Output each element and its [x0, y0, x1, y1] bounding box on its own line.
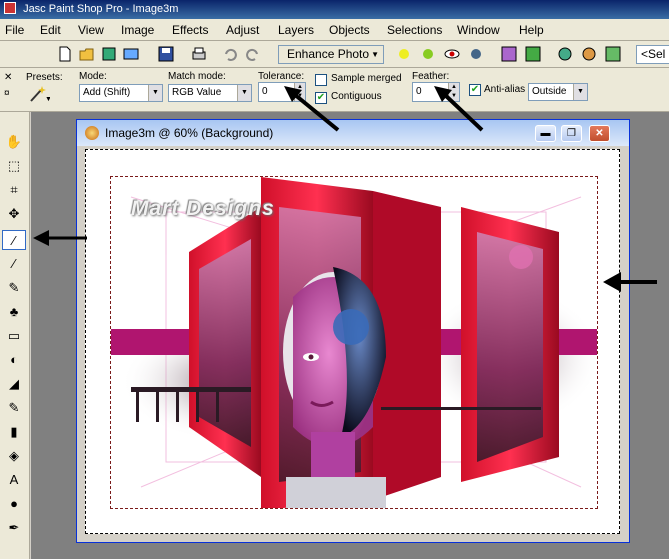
arrow-annotation-canvas	[603, 272, 657, 292]
selection-tool-icon[interactable]: ⬚	[2, 156, 26, 176]
clone-brush-icon[interactable]: ♣	[2, 302, 26, 322]
match-mode-select[interactable]: RGB Value ▼	[168, 84, 252, 102]
paintbrush-tool-icon[interactable]: ✎	[2, 278, 26, 298]
document-window: Image3m @ 60% (Background) ▬ ❐ ✕ Mart De…	[76, 119, 630, 543]
antialias-label: Anti-alias	[484, 84, 526, 95]
watermark-text: Mart Designs	[131, 197, 275, 220]
selection-dropdown[interactable]: <Sel	[636, 45, 669, 64]
enhance-photo-button[interactable]: Enhance Photo ▼	[278, 45, 384, 64]
frame-icon[interactable]	[604, 45, 622, 63]
pin-icon[interactable]: ¤	[4, 88, 10, 99]
arrow-annotation-tolerance	[284, 86, 340, 132]
enhance-photo-label: Enhance Photo	[287, 47, 370, 61]
print-icon[interactable]	[190, 45, 208, 63]
open-folder-icon[interactable]	[78, 45, 96, 63]
edit-image-icon[interactable]	[122, 45, 140, 63]
chevron-down-icon: ▼	[237, 85, 251, 101]
magic-wand-tool-icon[interactable]: ⁄	[2, 230, 26, 250]
fill-tool-icon[interactable]: ◈	[2, 446, 26, 466]
match-mode-value: RGB Value	[172, 87, 222, 98]
restore-button[interactable]: ❐	[561, 125, 582, 142]
browse-icon[interactable]	[100, 45, 118, 63]
presets-label: Presets:	[26, 72, 63, 83]
one-step-fix-icon[interactable]	[395, 45, 413, 63]
document-icon	[85, 126, 99, 140]
menu-objects[interactable]: Objects	[329, 23, 370, 37]
arrow-annotation-magic-wand	[33, 230, 87, 246]
menu-view[interactable]: View	[78, 23, 104, 37]
shape-tool-icon[interactable]: ●	[2, 494, 26, 514]
feather-value: 0	[416, 86, 422, 97]
feather-label: Feather:	[412, 71, 450, 82]
artwork-image	[111, 177, 597, 508]
auto-fix-icon[interactable]	[419, 45, 437, 63]
mode-select[interactable]: Add (Shift) ▼	[79, 84, 163, 102]
document-title: Image3m @ 60% (Background)	[105, 126, 274, 140]
app-icon	[4, 2, 16, 14]
menu-adjust[interactable]: Adjust	[226, 23, 259, 37]
warp-tool-icon[interactable]: ✎	[2, 398, 26, 418]
document-titlebar[interactable]: Image3m @ 60% (Background) ▬ ❐ ✕	[77, 120, 629, 146]
chevron-down-icon: ▼	[573, 84, 587, 100]
match-mode-label: Match mode:	[168, 71, 226, 82]
menu-window[interactable]: Window	[457, 23, 500, 37]
tolerance-value: 0	[262, 86, 268, 97]
chevron-down-icon: ▼	[148, 85, 162, 101]
menu-bar: File Edit View Image Effects Adjust Laye…	[0, 19, 669, 41]
landscape-icon[interactable]	[524, 45, 542, 63]
pen-tool-icon[interactable]: ✒	[2, 518, 26, 538]
menu-selections[interactable]: Selections	[387, 23, 442, 37]
redo-icon[interactable]	[244, 45, 262, 63]
clarify-icon[interactable]	[467, 45, 485, 63]
move-tool-icon[interactable]: ✥	[2, 204, 26, 224]
menu-layers[interactable]: Layers	[278, 23, 314, 37]
dodge-tool-icon[interactable]: ◐	[2, 350, 26, 370]
dropper-tool-icon[interactable]: ⁄	[2, 254, 26, 274]
tools-palette: ✋ ⬚ ⌗ ✥ ⁄ ⁄ ✎ ♣ ▭ ◐ ◢ ✎ ▮ ◈ A ● ✒	[0, 112, 30, 559]
app-titlebar: Jasc Paint Shop Pro - Image3m	[0, 0, 669, 19]
crop-tool-icon[interactable]: ⌗	[2, 180, 26, 200]
antialias-mode-select[interactable]: Outside ▼	[528, 83, 588, 101]
palette-icon[interactable]	[580, 45, 598, 63]
close-button[interactable]: ✕	[589, 125, 610, 142]
scratch-remover-icon[interactable]: ▭	[2, 326, 26, 346]
new-file-icon[interactable]	[56, 45, 74, 63]
text-tool-icon[interactable]: A	[2, 470, 26, 490]
menu-edit[interactable]: Edit	[40, 23, 61, 37]
portrait-icon[interactable]	[500, 45, 518, 63]
arrow-annotation-feather	[434, 86, 484, 132]
smudge-tool-icon[interactable]: ◢	[2, 374, 26, 394]
canvas[interactable]: Mart Designs	[85, 149, 620, 534]
tolerance-label: Tolerance:	[258, 71, 305, 82]
red-eye-icon[interactable]	[443, 45, 461, 63]
magic-wand-preset-icon[interactable]: ▼	[28, 85, 50, 103]
mode-label: Mode:	[79, 71, 107, 82]
selection-marquee: Mart Designs	[110, 176, 598, 509]
menu-help[interactable]: Help	[519, 23, 544, 37]
globe-icon[interactable]	[556, 45, 574, 63]
antialias-mode-value: Outside	[532, 86, 567, 97]
chevron-down-icon: ▼	[371, 50, 379, 59]
undo-icon[interactable]	[221, 45, 239, 63]
mode-value: Add (Shift)	[83, 87, 131, 98]
menu-effects[interactable]: Effects	[172, 23, 208, 37]
menu-file[interactable]: File	[5, 23, 24, 37]
app-title: Jasc Paint Shop Pro - Image3m	[23, 3, 179, 15]
standard-toolbar: Enhance Photo ▼ <Sel	[0, 41, 669, 68]
save-icon[interactable]	[157, 45, 175, 63]
pan-tool-icon[interactable]: ✋	[2, 132, 26, 152]
minimize-button[interactable]: ▬	[535, 125, 556, 142]
close-options-icon[interactable]: ✕	[4, 72, 12, 83]
eraser-tool-icon[interactable]: ▮	[2, 422, 26, 442]
menu-image[interactable]: Image	[121, 23, 154, 37]
svg-text:▼: ▼	[45, 96, 50, 103]
